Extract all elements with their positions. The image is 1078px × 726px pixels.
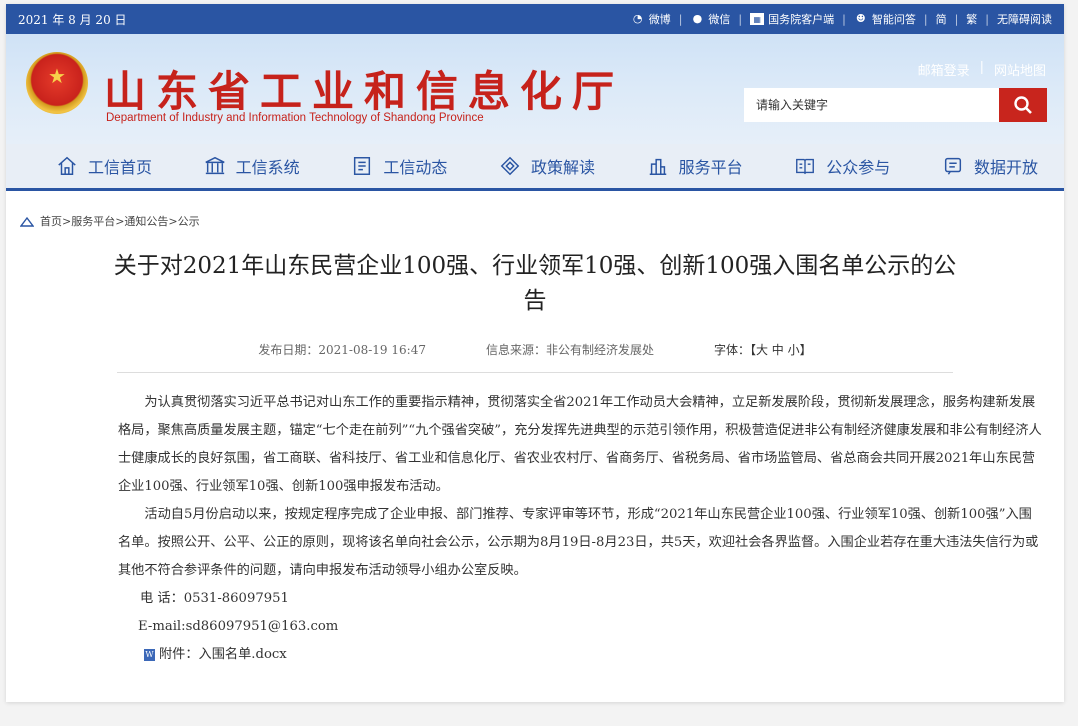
paragraph-2: 活动自5月份启动以来，按规定程序完成了企业申报、部门推荐、专家评审等环节，形成“… bbox=[118, 507, 1039, 578]
data-icon bbox=[944, 157, 962, 175]
article-meta: 发布日期：2021-08-19 16:47 信息来源：非公有制经济发展处 字体：… bbox=[6, 341, 1064, 358]
breadcrumb-path[interactable]: 首页>服务平台>通知公告>公示 bbox=[40, 213, 200, 229]
nav-policy[interactable]: 政策解读 bbox=[499, 154, 595, 178]
nav-participate[interactable]: 公众参与 bbox=[794, 154, 890, 178]
search-box bbox=[744, 88, 1047, 122]
top-links: ◔ 微博 | ● 微信 | ▦ 国务院客户端 | ☻ 智能问答 | 简 | 繁 | 无障… bbox=[631, 11, 1052, 27]
info-source: 信息来源：非公有制经济发展处 bbox=[485, 343, 654, 357]
search-button[interactable] bbox=[999, 88, 1047, 122]
email-line: E-mail:sd86097951@163.com bbox=[138, 619, 339, 634]
wechat-link[interactable]: ● 微信 bbox=[690, 11, 731, 27]
search-input[interactable] bbox=[744, 88, 999, 122]
publish-date: 发布日期：2021-08-19 16:47 bbox=[258, 343, 426, 357]
header-links: 邮箱登录 | 网站地图 bbox=[917, 60, 1046, 79]
state-council-icon: ▦ bbox=[750, 13, 765, 25]
nav-platform[interactable]: 服务平台 bbox=[647, 154, 743, 178]
attachment-link[interactable]: W 附件：入围名单.docx bbox=[118, 641, 1042, 669]
nav-system[interactable]: 工信系统 bbox=[204, 154, 300, 178]
current-date: 2021 年 8 月 20 日 bbox=[18, 12, 127, 27]
top-bar: 2021 年 8 月 20 日 ◔ 微博 | ● 微信 | ▦ 国务院客户端 | ☻ 智… bbox=[6, 4, 1064, 34]
phone-line: 电 话：0531-86097951 bbox=[140, 591, 289, 606]
national-emblem-logo: ★ bbox=[26, 52, 88, 114]
wechat-icon: ● bbox=[692, 12, 703, 25]
accessibility-link[interactable]: 无障碍阅读 bbox=[997, 11, 1052, 27]
location-icon bbox=[20, 216, 34, 227]
smart-qa-link[interactable]: ☻ 智能问答 bbox=[854, 11, 916, 27]
site-header: ★ 山东省工业和信息化厅 Department of Industry and … bbox=[6, 34, 1064, 144]
news-icon bbox=[354, 157, 371, 175]
font-size-options[interactable]: 字体：【大 中 小】 bbox=[714, 341, 812, 358]
site-subtitle: Department of Industry and Information T… bbox=[106, 112, 484, 124]
simplified-link[interactable]: 简 bbox=[936, 11, 947, 27]
home-icon bbox=[58, 156, 76, 175]
policy-icon bbox=[500, 156, 520, 176]
article-body: 为认真贯彻落实习近平总书记对山东工作的重要指示精神，贯彻落实全省2021年工作动… bbox=[6, 373, 1064, 669]
weibo-icon: ◔ bbox=[632, 12, 643, 25]
browser-page: 2021 年 8 月 20 日 ◔ 微博 | ● 微信 | ▦ 国务院客户端 | ☻ 智… bbox=[6, 4, 1064, 702]
state-council-app-link[interactable]: ▦ 国务院客户端 bbox=[750, 11, 834, 27]
building-icon bbox=[205, 156, 225, 175]
search-icon bbox=[1014, 96, 1032, 114]
nav-data[interactable]: 数据开放 bbox=[942, 154, 1038, 178]
mail-login-link[interactable]: 邮箱登录 bbox=[918, 60, 970, 79]
traditional-link[interactable]: 繁 bbox=[966, 11, 977, 27]
paragraph-1: 为认真贯彻落实习近平总书记对山东工作的重要指示精神，贯彻落实全省2021年工作动… bbox=[118, 395, 1042, 494]
site-title: 山东省工业和信息化厅 bbox=[104, 67, 625, 116]
doc-icon: W bbox=[144, 649, 155, 661]
nav-news[interactable]: 工信动态 bbox=[351, 154, 447, 178]
breadcrumb: 首页>服务平台>通知公告>公示 bbox=[6, 191, 1064, 229]
platform-icon bbox=[649, 158, 666, 175]
article-title: 关于对2021年山东民营企业100强、行业领军10强、创新100强入围名单公示的… bbox=[113, 253, 957, 314]
nav-home[interactable]: 工信首页 bbox=[56, 154, 152, 178]
participate-icon bbox=[796, 158, 815, 175]
sitemap-link[interactable]: 网站地图 bbox=[994, 60, 1046, 79]
main-nav: 工信首页 工信系统 工信动态 政策解读 服务平台 公众参与 数据开放 bbox=[6, 144, 1064, 191]
weibo-link[interactable]: ◔ 微博 bbox=[631, 11, 671, 27]
robot-icon: ☻ bbox=[855, 12, 866, 25]
